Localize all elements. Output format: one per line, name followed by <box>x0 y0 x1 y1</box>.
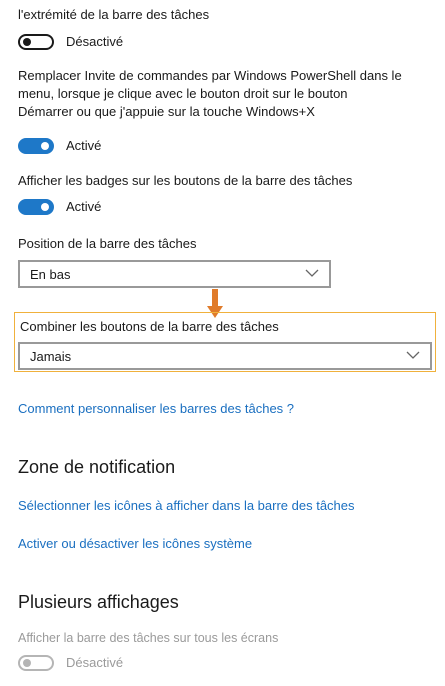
chevron-down-icon <box>406 351 420 359</box>
system-icons-link[interactable]: Activer ou désactiver les icônes système <box>18 535 252 553</box>
powershell-label-line: Remplacer Invite de commandes par Window… <box>18 68 402 83</box>
position-dropdown[interactable]: En bas <box>18 260 331 288</box>
multi-display-heading: Plusieurs affichages <box>18 592 179 612</box>
customize-taskbar-link[interactable]: Comment personnaliser les barres des tâc… <box>18 400 294 418</box>
position-label: Position de la barre des tâches <box>18 236 197 251</box>
peek-toggle-state: Désactivé <box>66 34 124 49</box>
all-screens-toggle-state: Désactivé <box>66 655 124 670</box>
powershell-label-line: Démarrer ou que j'appuie sur la touche W… <box>18 104 315 119</box>
powershell-toggle-state: Activé <box>66 138 102 153</box>
powershell-label-line: menu, lorsque je clique avec le bouton d… <box>18 86 348 101</box>
peek-toggle[interactable] <box>18 34 54 50</box>
toggle-knob <box>23 659 31 667</box>
all-screens-label: Afficher la barre des tâches sur tous le… <box>18 631 279 645</box>
badges-toggle-state: Activé <box>66 199 102 214</box>
powershell-label: Remplacer Invite de commandes par Window… <box>18 67 438 121</box>
position-dropdown-value: En bas <box>30 267 71 282</box>
taskbar-end-label: l'extrémité de la barre des tâches <box>18 7 210 22</box>
badges-toggle[interactable] <box>18 199 54 215</box>
powershell-toggle[interactable] <box>18 138 54 154</box>
combine-dropdown-value: Jamais <box>30 349 72 364</box>
toggle-knob <box>41 203 49 211</box>
toggle-knob <box>41 142 49 150</box>
all-screens-toggle <box>18 655 54 671</box>
notification-heading: Zone de notification <box>18 457 176 477</box>
combine-label: Combiner les boutons de la barre des tâc… <box>20 319 279 334</box>
toggle-knob <box>23 38 31 46</box>
chevron-down-icon <box>305 269 319 277</box>
select-icons-link[interactable]: Sélectionner les icônes à afficher dans … <box>18 497 355 515</box>
badges-label: Afficher les badges sur les boutons de l… <box>18 173 353 188</box>
combine-dropdown[interactable]: Jamais <box>18 342 432 370</box>
